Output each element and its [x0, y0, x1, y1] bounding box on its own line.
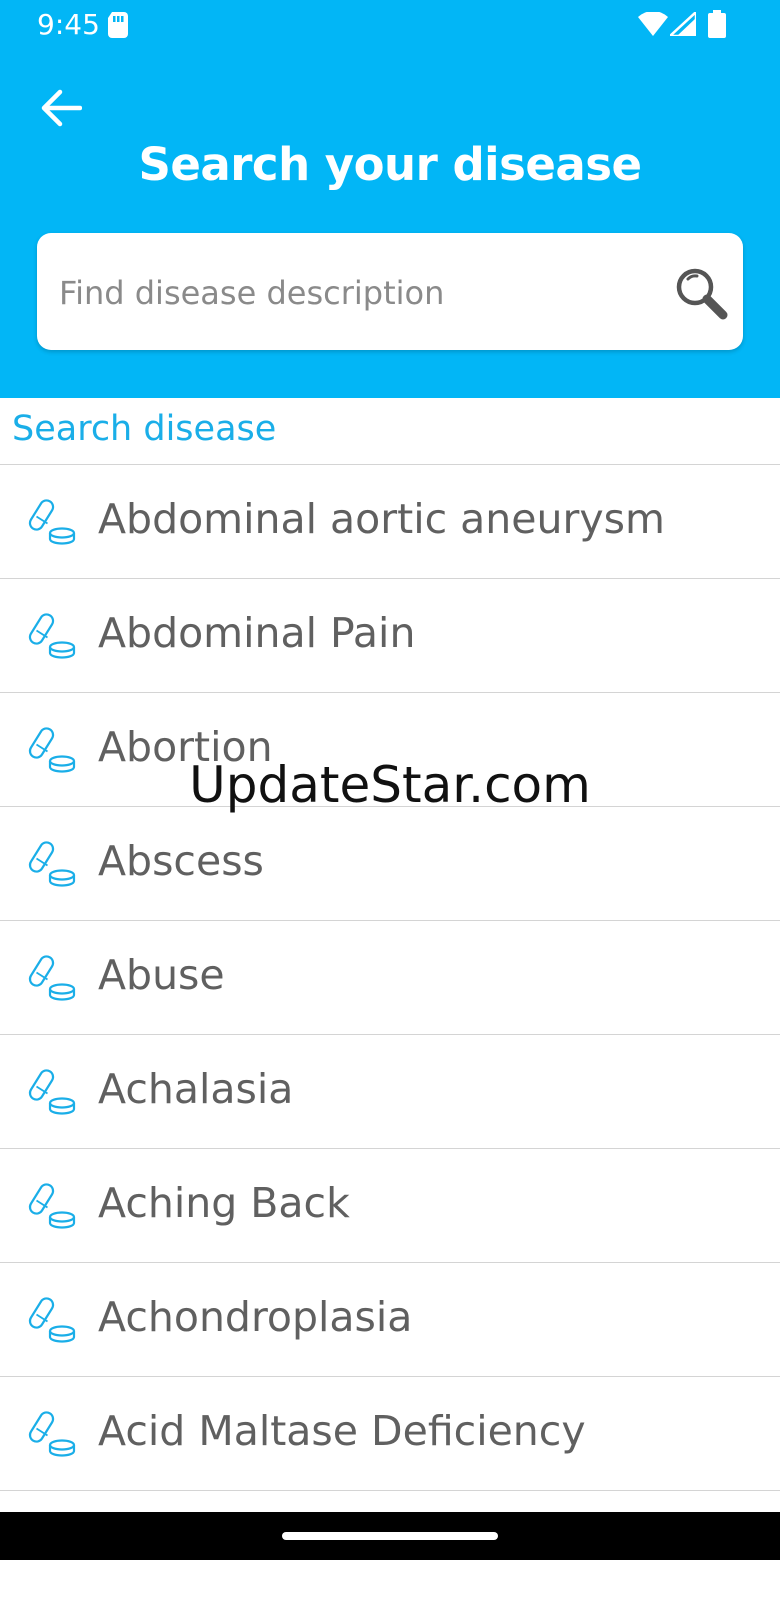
- list-item-label: Achondroplasia: [98, 1293, 413, 1341]
- pill-icon: [28, 613, 76, 659]
- pill-icon: [28, 1069, 76, 1115]
- page-title: Search your disease: [138, 138, 642, 191]
- section-label: Search disease: [12, 409, 277, 449]
- sim-card-icon: [108, 12, 128, 38]
- pill-icon: [28, 1183, 76, 1229]
- pill-icon: [28, 499, 76, 545]
- pill-icon: [28, 1297, 76, 1343]
- list-item-label: Acid Maltase Deficiency: [98, 1407, 586, 1455]
- cell-signal-icon: [670, 12, 696, 36]
- pill-icon: [28, 841, 76, 887]
- search-icon[interactable]: [673, 265, 729, 321]
- list-item[interactable]: Abuse: [0, 920, 780, 1034]
- list-item[interactable]: Aching Back: [0, 1148, 780, 1262]
- list-item[interactable]: Abscess: [0, 806, 780, 920]
- search-bar: [37, 233, 743, 352]
- list-item-label: Abdominal Pain: [98, 609, 416, 657]
- list-item[interactable]: Acid Maltase Deficiency: [0, 1376, 780, 1490]
- status-time: 9:45: [37, 8, 100, 41]
- list-item[interactable]: Achalasia: [0, 1034, 780, 1148]
- list-item[interactable]: Achondroplasia: [0, 1262, 780, 1376]
- app-header: 9:45 Search your disease: [0, 0, 780, 398]
- pill-icon: [28, 955, 76, 1001]
- system-nav-bar: [0, 1512, 780, 1560]
- list-item-label: Aching Back: [98, 1179, 350, 1227]
- home-handle[interactable]: [282, 1532, 498, 1540]
- list-item-label: Abortion: [98, 723, 273, 771]
- pill-icon: [28, 1411, 76, 1457]
- arrow-left-icon: [41, 89, 82, 127]
- list-item[interactable]: Abortion: [0, 692, 780, 806]
- wifi-icon: [638, 12, 668, 36]
- back-button[interactable]: [34, 84, 86, 132]
- battery-icon: [708, 10, 726, 38]
- list-item-label: Abuse: [98, 951, 225, 999]
- status-bar: 9:45: [0, 0, 780, 52]
- list-item-label: Abscess: [98, 837, 264, 885]
- pill-icon: [28, 727, 76, 773]
- list-item[interactable]: Abdominal Pain: [0, 578, 780, 692]
- list-item[interactable]: Abdominal aortic aneurysm: [0, 464, 780, 578]
- list-item-label: Abdominal aortic aneurysm: [98, 495, 665, 543]
- search-input[interactable]: [57, 233, 661, 352]
- list-item-label: Achalasia: [98, 1065, 294, 1113]
- disease-list: Abdominal aortic aneurysm Abdominal Pain…: [0, 464, 780, 1604]
